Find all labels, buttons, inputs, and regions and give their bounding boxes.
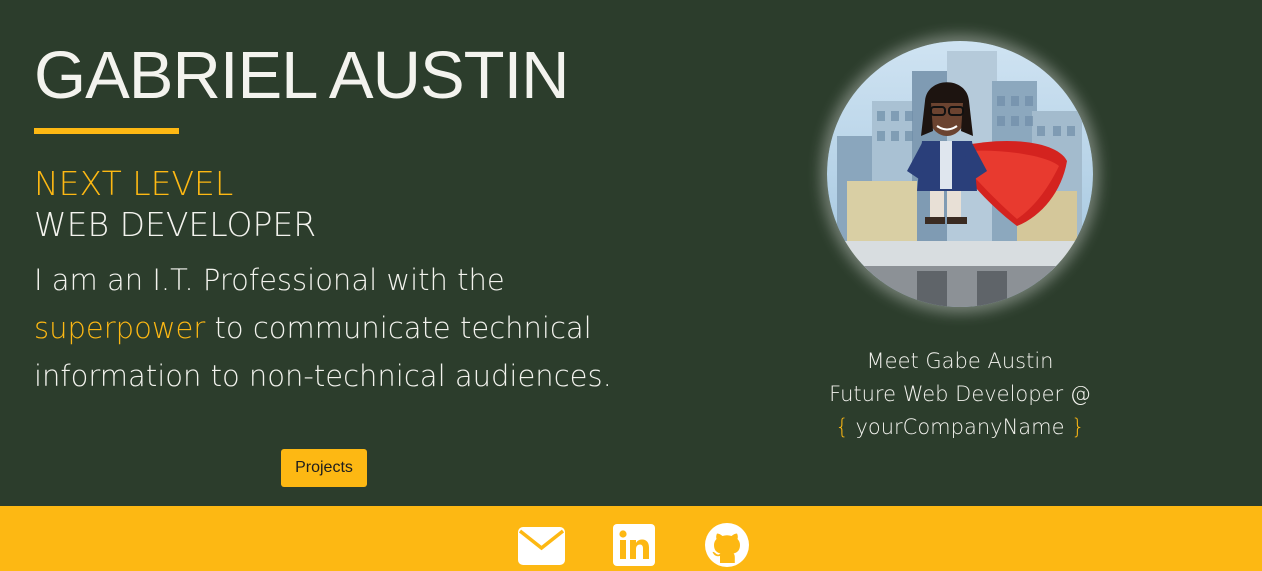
caption-line-2: Future Web Developer @ bbox=[829, 382, 1091, 406]
caption-line-3: { yourCompanyName } bbox=[760, 411, 1160, 444]
projects-button[interactable]: Projects bbox=[281, 449, 367, 487]
title-underline bbox=[34, 128, 179, 134]
hero-section: GABRIEL AUSTIN NEXT LEVEL WEB DEVELOPER … bbox=[0, 0, 1262, 506]
page-title: GABRIEL AUSTIN bbox=[34, 38, 570, 113]
avatar-illustration bbox=[827, 41, 1093, 307]
footer-social-bar bbox=[0, 506, 1262, 571]
linkedin-icon[interactable] bbox=[613, 524, 655, 566]
avatar bbox=[827, 41, 1093, 307]
bio-text: I am an I.T. Professional with the super… bbox=[34, 256, 674, 400]
brace-open: { bbox=[835, 415, 849, 439]
github-icon[interactable] bbox=[705, 523, 749, 567]
bio-highlight: superpower bbox=[34, 311, 206, 345]
avatar-caption: Meet Gabe Austin Future Web Developer @ … bbox=[760, 345, 1160, 444]
envelope-icon[interactable] bbox=[518, 527, 565, 565]
caption-line-1: Meet Gabe Austin bbox=[866, 349, 1054, 373]
company-placeholder: yourCompanyName bbox=[848, 415, 1072, 439]
tagline-role: WEB DEVELOPER bbox=[34, 205, 317, 244]
tagline-highlight: NEXT LEVEL bbox=[34, 164, 234, 203]
brace-close: } bbox=[1071, 415, 1085, 439]
bio-part1: I am an I.T. Professional with the bbox=[34, 263, 505, 297]
